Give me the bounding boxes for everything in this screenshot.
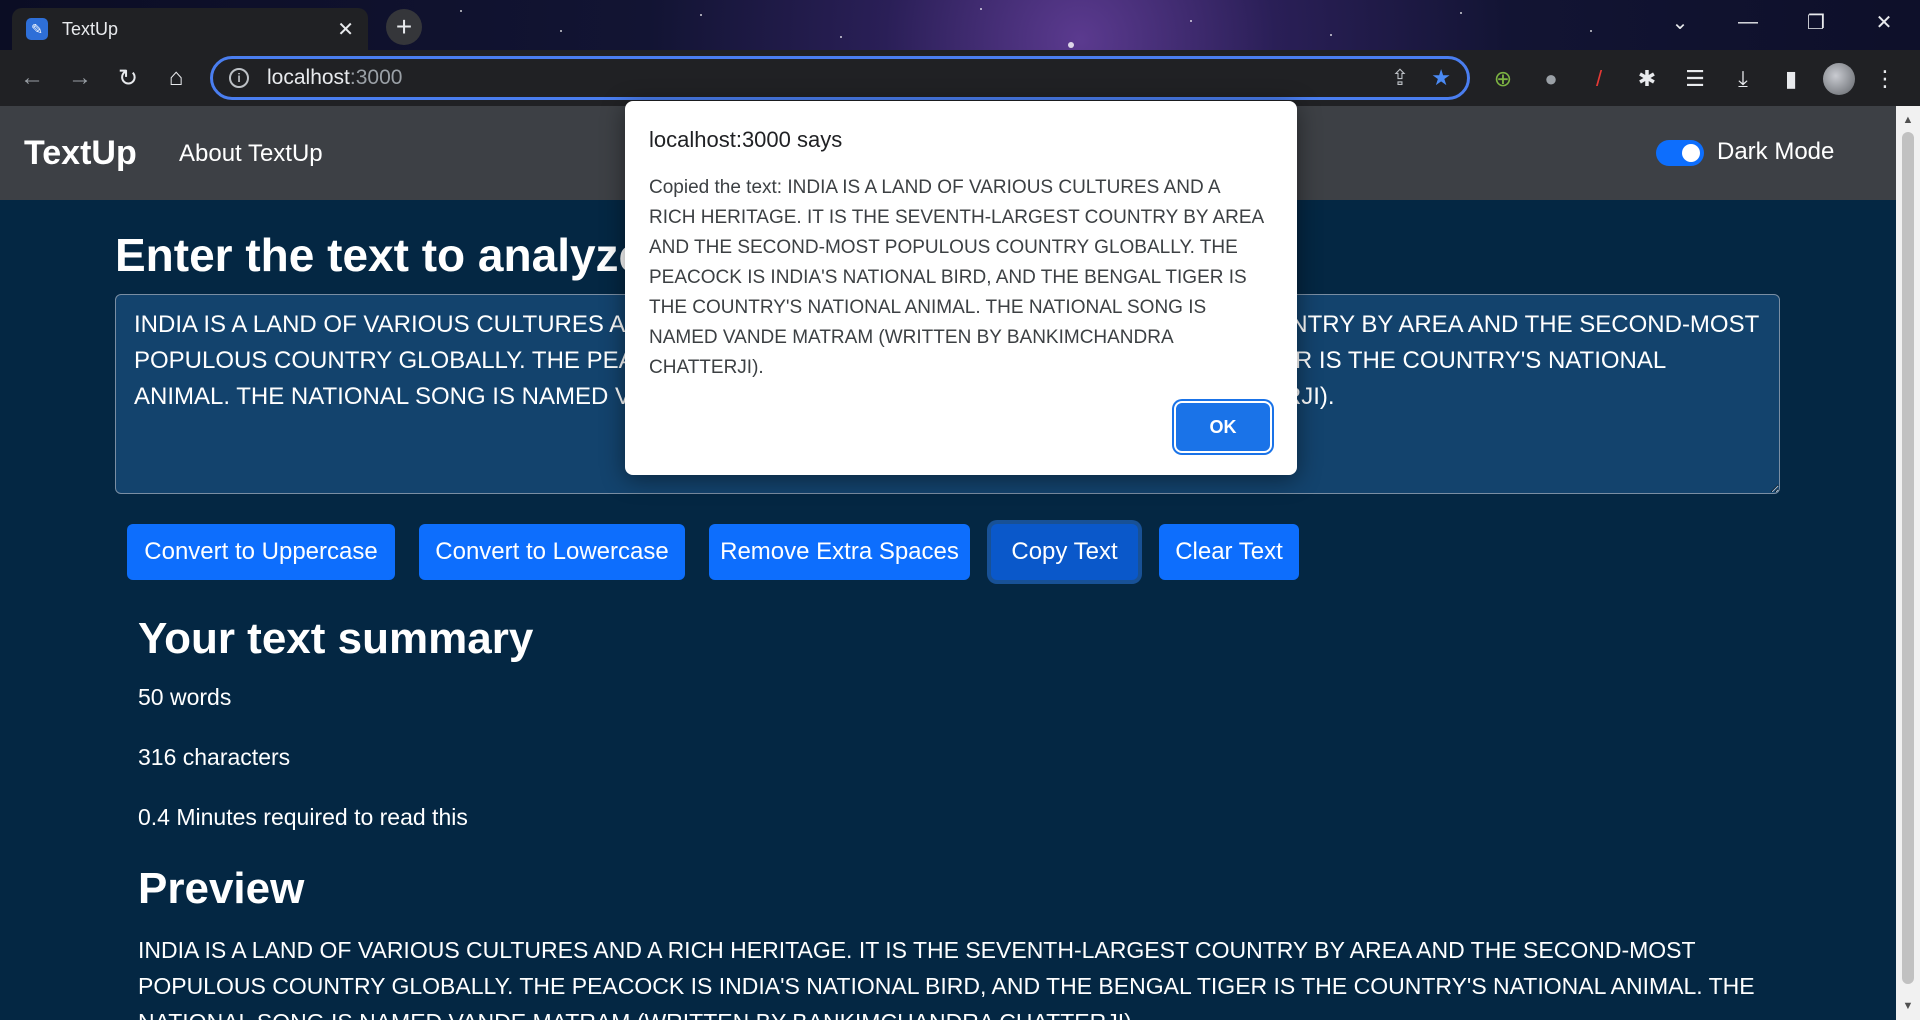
convert-lowercase-button[interactable]: Convert to Lowercase: [419, 524, 685, 580]
info-icon[interactable]: i: [229, 68, 249, 88]
read-time: 0.4 Minutes required to read this: [138, 804, 468, 830]
dark-mode-label: Dark Mode: [1717, 138, 1835, 165]
url-host: localhost: [267, 66, 350, 89]
character-count: 316 characters: [138, 744, 291, 770]
copy-text-button[interactable]: Copy Text: [991, 524, 1138, 580]
side-panel-icon[interactable]: ▮: [1776, 64, 1806, 94]
extensions-icon[interactable]: ✱: [1632, 64, 1662, 94]
scroll-up-icon[interactable]: ▲: [1896, 108, 1920, 132]
dialog-ok-button[interactable]: OK: [1176, 403, 1270, 451]
alert-dialog: localhost:3000 says Copied the text: IND…: [625, 101, 1297, 475]
new-tab-icon[interactable]: +: [386, 9, 422, 45]
nav-link-about[interactable]: About TextUp: [179, 140, 323, 168]
url-port: :3000: [349, 66, 403, 89]
forward-icon[interactable]: →: [60, 58, 100, 98]
tab-title: TextUp: [62, 18, 119, 39]
browser-tab-textup[interactable]: ✎ TextUp ✕: [12, 8, 368, 50]
restore-icon[interactable]: ❐: [1782, 0, 1850, 44]
dark-mode-toggle[interactable]: [1656, 140, 1704, 166]
profile-avatar[interactable]: [1823, 63, 1855, 95]
summary-title: Your text summary: [138, 614, 534, 663]
scroll-down-icon[interactable]: ▼: [1896, 994, 1920, 1018]
edit-icon: ✎: [26, 18, 48, 40]
close-tab-icon[interactable]: ✕: [337, 17, 354, 42]
media-queue-icon[interactable]: ☰: [1680, 64, 1710, 94]
tab-search-icon[interactable]: ⌄: [1646, 0, 1714, 44]
page-scrollbar[interactable]: ▲ ▼: [1896, 106, 1920, 1020]
word-count: 50 words: [138, 684, 232, 710]
page-title: Enter the text to analyze: [115, 229, 645, 281]
dialog-message: Copied the text: INDIA IS A LAND OF VARI…: [649, 177, 1264, 378]
home-icon[interactable]: ⌂: [156, 58, 196, 98]
extension-pen-icon[interactable]: /: [1584, 64, 1614, 94]
browser-toolbar: ← → ↻ ⌂ i localhost :3000 ⇪ ★ ⊕ ● / ✱ ☰ …: [0, 50, 1920, 106]
share-icon[interactable]: ⇪: [1391, 65, 1409, 91]
extension-mouse-icon[interactable]: ●: [1536, 64, 1566, 94]
download-icon[interactable]: ⤓: [1728, 64, 1758, 94]
reload-icon[interactable]: ↻: [108, 58, 148, 98]
close-window-icon[interactable]: ✕: [1850, 0, 1918, 44]
preview-title: Preview: [138, 864, 305, 913]
browser-tab-strip: ✎ TextUp ✕ + ⌄ — ❐ ✕: [0, 0, 1920, 50]
bookmark-star-icon[interactable]: ★: [1431, 65, 1451, 91]
menu-icon[interactable]: ⋮: [1870, 64, 1900, 94]
brand-logo[interactable]: TextUp: [24, 134, 137, 173]
back-icon[interactable]: ←: [12, 58, 52, 98]
convert-uppercase-button[interactable]: Convert to Uppercase: [127, 524, 395, 580]
address-bar[interactable]: i localhost :3000 ⇪ ★: [210, 56, 1470, 100]
extension-plus-icon[interactable]: ⊕: [1488, 64, 1518, 94]
clear-text-button[interactable]: Clear Text: [1159, 524, 1299, 580]
preview-text: INDIA IS A LAND OF VARIOUS CULTURES AND …: [138, 937, 1755, 1020]
minimize-icon[interactable]: —: [1714, 0, 1782, 44]
scrollbar-thumb[interactable]: [1902, 132, 1914, 984]
remove-extra-spaces-button[interactable]: Remove Extra Spaces: [709, 524, 970, 580]
dialog-title: localhost:3000 says: [649, 127, 843, 152]
